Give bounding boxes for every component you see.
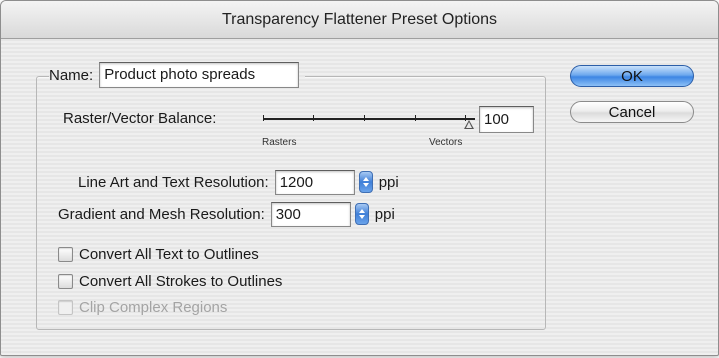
convert-strokes-outlines-label: Convert All Strokes to Outlines xyxy=(79,272,283,290)
line-art-resolution-input[interactable]: 1200 xyxy=(274,169,355,195)
window-title: Transparency Flattener Preset Options xyxy=(221,11,498,28)
clip-complex-regions-option: Clip Complex Regions xyxy=(58,297,227,317)
rasters-label: Rasters xyxy=(262,137,297,148)
name-label: Name: xyxy=(49,66,94,84)
stepper-up-arrow-icon xyxy=(358,209,365,213)
line-art-resolution-stepper[interactable] xyxy=(358,171,373,193)
raster-vector-balance-label: Raster/Vector Balance: xyxy=(63,110,217,127)
gradient-resolution-stepper[interactable] xyxy=(354,203,369,225)
convert-strokes-outlines-checkbox[interactable] xyxy=(58,273,73,289)
stepper-up-arrow-icon xyxy=(362,177,369,181)
gradient-resolution-row: Gradient and Mesh Resolution: 300 ppi xyxy=(58,201,395,227)
slider-tick xyxy=(263,115,264,121)
slider-tick xyxy=(364,115,365,121)
clip-complex-regions-checkbox xyxy=(58,299,73,315)
convert-text-outlines-label: Convert All Text to Outlines xyxy=(79,245,259,263)
slider-tick xyxy=(415,115,416,121)
line-art-unit-label: ppi xyxy=(378,173,399,191)
title-bar: Transparency Flattener Preset Options xyxy=(1,1,718,39)
convert-strokes-outlines-option[interactable]: Convert All Strokes to Outlines xyxy=(58,271,282,291)
raster-vector-balance-slider[interactable] xyxy=(263,110,475,130)
stepper-down-arrow-icon xyxy=(362,183,369,187)
stepper-down-arrow-icon xyxy=(358,215,365,219)
cancel-button[interactable]: Cancel xyxy=(570,101,694,123)
ok-button[interactable]: OK xyxy=(570,65,694,87)
name-input[interactable]: Product photo spreads xyxy=(99,62,300,88)
line-art-resolution-label: Line Art and Text Resolution: xyxy=(78,173,269,191)
convert-text-outlines-checkbox[interactable] xyxy=(58,246,73,262)
dialog-window: Transparency Flattener Preset Options Na… xyxy=(0,0,719,356)
convert-text-outlines-option[interactable]: Convert All Text to Outlines xyxy=(58,244,259,264)
line-art-resolution-row: Line Art and Text Resolution: 1200 ppi xyxy=(78,169,399,195)
gradient-unit-label: ppi xyxy=(374,205,395,223)
clip-complex-regions-label: Clip Complex Regions xyxy=(79,298,228,316)
name-row: Name: Product photo spreads xyxy=(49,61,306,89)
balance-value-input[interactable]: 100 xyxy=(479,106,534,133)
slider-track xyxy=(263,118,475,120)
slider-thumb-icon[interactable] xyxy=(464,120,474,129)
gradient-resolution-label: Gradient and Mesh Resolution: xyxy=(58,205,265,223)
gradient-resolution-input[interactable]: 300 xyxy=(270,201,351,227)
slider-tick xyxy=(313,115,314,121)
vectors-label: Vectors xyxy=(429,137,463,148)
